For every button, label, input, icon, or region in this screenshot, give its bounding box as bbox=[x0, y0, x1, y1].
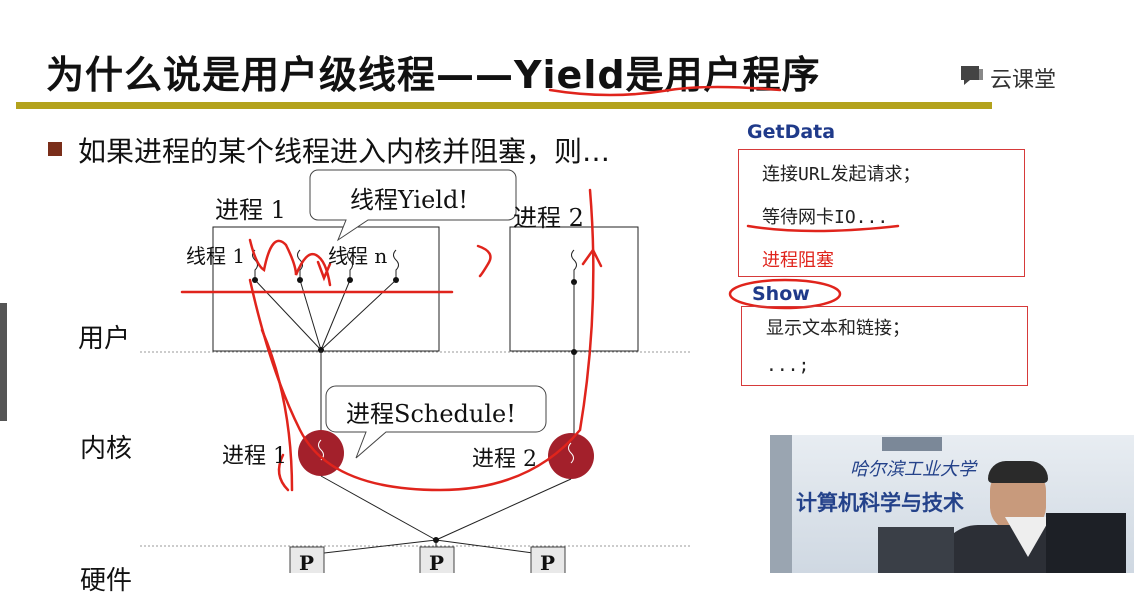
show-line-1: 显示文本和链接； bbox=[766, 318, 910, 339]
show-title: Show bbox=[752, 283, 810, 305]
kernel-process1-label: 进程 1 bbox=[222, 444, 287, 469]
process2-label: 进程 2 bbox=[513, 204, 584, 232]
row-label-hardware: 硬件 bbox=[80, 566, 133, 596]
threadn-label: 线程 n bbox=[328, 244, 388, 268]
lecturer-hair bbox=[988, 461, 1048, 483]
video-frame-edge bbox=[770, 435, 792, 573]
cpu-label-3: P bbox=[540, 551, 556, 575]
process1-box bbox=[212, 226, 440, 352]
thread1-label: 线程 1 bbox=[186, 244, 246, 268]
video-banner-line1: 哈尔滨工业大学 bbox=[850, 459, 976, 480]
lecturer-video[interactable]: 哈尔滨工业大学 计算机科学与技术 bbox=[770, 435, 1134, 573]
video-banner-line2: 计算机科学与技术 bbox=[796, 491, 964, 515]
yield-bubble-text: 线程Yield! bbox=[350, 186, 468, 214]
row-label-kernel: 内核 bbox=[80, 434, 133, 464]
schedule-bubble-text: 进程Schedule! bbox=[346, 400, 516, 428]
getdata-line-3: 进程阻塞 bbox=[762, 250, 834, 271]
row-label-user: 用户 bbox=[78, 324, 131, 354]
cpu-label-2: P bbox=[429, 551, 445, 575]
getdata-line-2: 等待网卡IO... bbox=[762, 207, 889, 228]
cpu-label-1: P bbox=[299, 551, 315, 575]
kernel-process2-label: 进程 2 bbox=[472, 447, 537, 472]
video-monitor bbox=[1046, 513, 1126, 573]
getdata-line-1: 连接URL发起请求； bbox=[762, 164, 921, 185]
getdata-title: GetData bbox=[747, 121, 836, 143]
process1-label: 进程 1 bbox=[215, 196, 286, 224]
university-emblem bbox=[882, 437, 942, 451]
video-laptop bbox=[878, 527, 954, 573]
show-line-2: ...; bbox=[766, 355, 810, 376]
